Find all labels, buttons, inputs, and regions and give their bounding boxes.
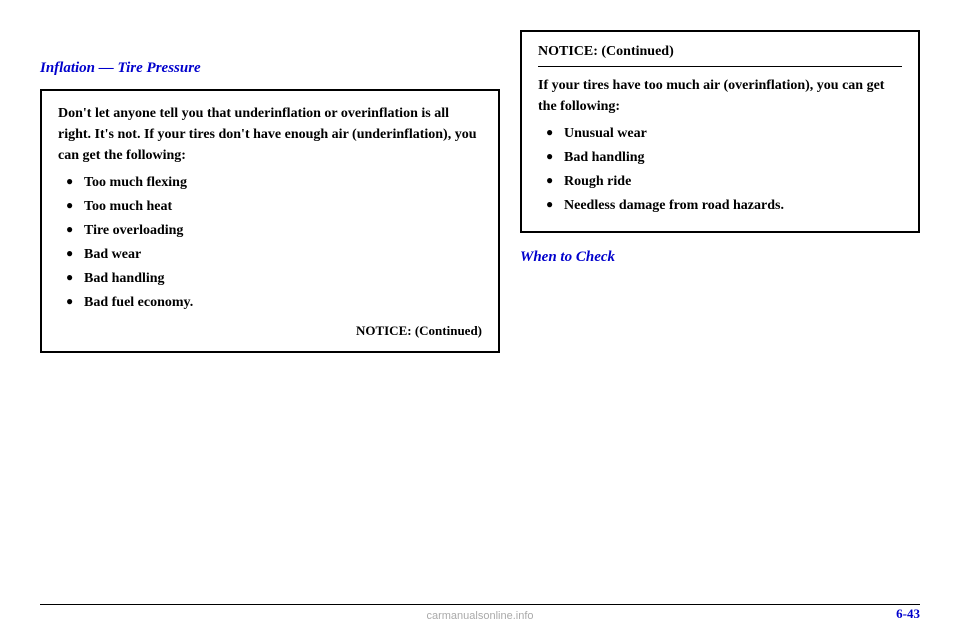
list-item: Bad handling xyxy=(546,147,902,168)
list-item: Bad handling xyxy=(66,268,482,289)
watermark: carmanualsonline.info xyxy=(426,610,533,622)
overinflation-notice-box: NOTICE: (Continued) If your tires have t… xyxy=(520,30,920,233)
bottom-divider xyxy=(40,604,920,605)
list-item: Too much flexing xyxy=(66,172,482,193)
underinflation-notice-box: Don't let anyone tell you that underinfl… xyxy=(40,89,500,353)
when-to-check-heading: When to Check xyxy=(520,249,920,266)
list-item: Needless damage from road hazards. xyxy=(546,195,902,216)
notice-continued-label: NOTICE: (Continued) xyxy=(58,323,482,339)
underinflation-bullet-list: Too much flexing Too much heat Tire over… xyxy=(58,172,482,313)
list-item: Too much heat xyxy=(66,196,482,217)
list-item: Bad fuel economy. xyxy=(66,292,482,313)
list-item: Rough ride xyxy=(546,171,902,192)
underinflation-intro: Don't let anyone tell you that underinfl… xyxy=(58,103,482,166)
list-item: Unusual wear xyxy=(546,123,902,144)
overinflation-intro: If your tires have too much air (overinf… xyxy=(538,75,902,117)
page-container: Inflation — Tire Pressure Don't let anyo… xyxy=(0,0,960,640)
left-column: Inflation — Tire Pressure Don't let anyo… xyxy=(40,60,500,369)
overinflation-notice-title: NOTICE: (Continued) xyxy=(538,44,902,67)
page-number: 6-43 xyxy=(896,606,920,622)
overinflation-bullet-list: Unusual wear Bad handling Rough ride Nee… xyxy=(538,123,902,216)
page-title: Inflation — Tire Pressure xyxy=(40,60,500,77)
right-column: NOTICE: (Continued) If your tires have t… xyxy=(520,30,920,266)
list-item: Tire overloading xyxy=(66,220,482,241)
list-item: Bad wear xyxy=(66,244,482,265)
